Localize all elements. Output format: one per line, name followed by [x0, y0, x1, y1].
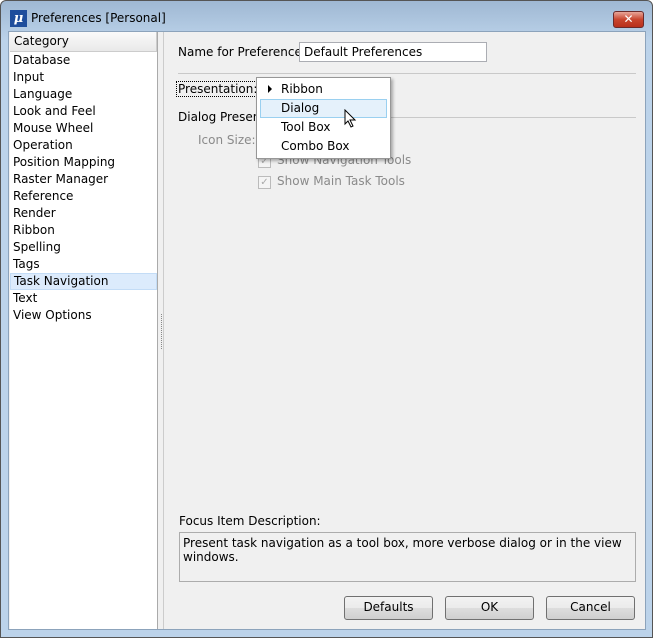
divider	[163, 32, 164, 629]
menu-item-label: Ribbon	[281, 82, 323, 96]
dialog-presentation-heading: Dialog Present	[178, 110, 266, 124]
client-area: Category Database Input Language Look and F…	[8, 31, 646, 630]
sidebar-item-raster-manager[interactable]: Raster Manager	[10, 171, 157, 188]
close-button[interactable]: ✕	[613, 11, 644, 28]
presentation-label-text: Presentation:	[176, 81, 260, 97]
category-list: Category Database Input Language Look and F…	[10, 32, 158, 629]
sidebar-item-tags[interactable]: Tags	[10, 256, 157, 273]
mouse-cursor-icon	[344, 109, 357, 128]
sidebar-item-ribbon[interactable]: Ribbon	[10, 222, 157, 239]
sidebar-item-language[interactable]: Language	[10, 86, 157, 103]
menu-item-label: Combo Box	[281, 139, 350, 153]
menu-item-ribbon[interactable]: Ribbon	[260, 80, 387, 99]
sidebar-item-look-and-feel[interactable]: Look and Feel	[10, 103, 157, 120]
icon-size-label: Icon Size:	[198, 133, 256, 147]
presentation-dropdown-menu: Ribbon Dialog Tool Box Combo Box	[256, 77, 391, 159]
sidebar-item-position-mapping[interactable]: Position Mapping	[10, 154, 157, 171]
name-label: Name for Preferences:	[178, 45, 313, 59]
sidebar-item-input[interactable]: Input	[10, 69, 157, 86]
separator	[389, 117, 636, 118]
ok-button[interactable]: OK	[445, 596, 534, 620]
sidebar-item-task-navigation[interactable]: Task Navigation	[10, 273, 157, 290]
name-input[interactable]: Default Preferences	[299, 42, 487, 62]
sidebar-item-database[interactable]: Database	[10, 52, 157, 69]
app-icon: μ	[10, 10, 27, 27]
menu-item-combo-box[interactable]: Combo Box	[260, 137, 387, 156]
category-header[interactable]: Category	[10, 32, 157, 52]
sidebar-item-spelling[interactable]: Spelling	[10, 239, 157, 256]
sidebar-item-view-options[interactable]: View Options	[10, 307, 157, 324]
menu-item-label: Tool Box	[281, 120, 331, 134]
splitter-handle[interactable]	[161, 314, 163, 349]
presentation-label: Presentation:	[176, 81, 260, 97]
sidebar-item-reference[interactable]: Reference	[10, 188, 157, 205]
cancel-button[interactable]: Cancel	[546, 596, 635, 620]
menu-item-dialog[interactable]: Dialog	[260, 99, 387, 118]
focus-description-label: Focus Item Description:	[179, 514, 321, 528]
defaults-button[interactable]: Defaults	[344, 596, 433, 620]
selected-arrow-icon	[268, 85, 272, 93]
close-x-icon: ✕	[623, 12, 634, 26]
show-main-task-tools-checkbox[interactable]: ✓	[258, 176, 271, 189]
menu-item-tool-box[interactable]: Tool Box	[260, 118, 387, 137]
show-main-task-tools-label: Show Main Task Tools	[277, 174, 405, 188]
menu-item-label: Dialog	[281, 101, 320, 115]
sidebar-item-text[interactable]: Text	[10, 290, 157, 307]
window-title: Preferences [Personal]	[31, 11, 166, 25]
sidebar-item-mouse-wheel[interactable]: Mouse Wheel	[10, 120, 157, 137]
preferences-window: μ Preferences [Personal] ✕ Category Data…	[0, 0, 653, 638]
sidebar-item-operation[interactable]: Operation	[10, 137, 157, 154]
separator	[178, 73, 636, 74]
sidebar-item-render[interactable]: Render	[10, 205, 157, 222]
focus-description-box: Present task navigation as a tool box, m…	[179, 532, 636, 582]
